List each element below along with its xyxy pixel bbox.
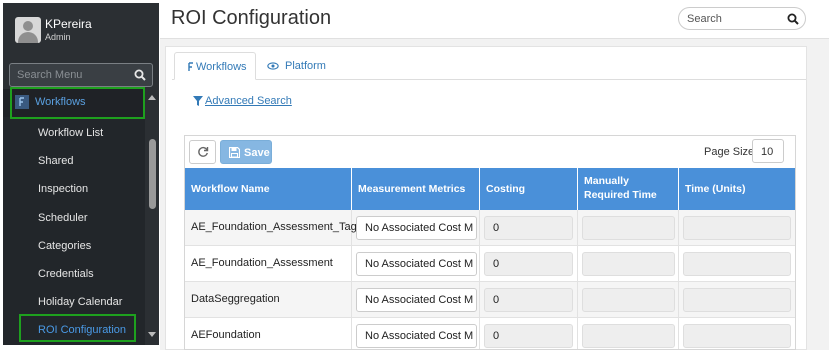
sidebar-item-label: Holiday Calendar (38, 296, 123, 308)
tab-label: Workflows (196, 61, 247, 73)
save-button[interactable]: Save (220, 140, 272, 164)
workflow-name-cell: AE_Foundation_Assessment (185, 246, 352, 282)
floppy-disk-icon (229, 147, 240, 158)
time-units-cell (679, 318, 795, 349)
sidebar-item-label: Scheduler (38, 212, 88, 224)
sidebar-item-scheduler[interactable]: Scheduler (3, 204, 145, 232)
scroll-down-arrow-icon[interactable] (148, 332, 156, 337)
sidebar-item-label: Shared (38, 155, 74, 167)
highlight-box-roi-configuration (19, 314, 136, 342)
sidebar-item-categories[interactable]: Categories (3, 232, 145, 260)
time-units-cell (679, 210, 795, 246)
costing-field: 0 (484, 324, 573, 348)
manual-time-cell (578, 318, 679, 349)
user-role: Admin (45, 32, 71, 42)
advanced-search-label: Advanced Search (205, 95, 292, 107)
page-size-input[interactable]: 10 (752, 139, 784, 163)
measurement-metrics-cell: No Associated Cost M (352, 246, 480, 282)
table-header: Workflow Name Measurement Metrics Costin… (185, 168, 795, 210)
time-units-field (683, 252, 791, 276)
search-menu-input[interactable] (10, 64, 130, 86)
sidebar-item-label: Workflow List (38, 127, 104, 139)
time-units-cell (679, 282, 795, 318)
measurement-metrics-select[interactable]: No Associated Cost M (356, 252, 477, 276)
costing-cell: 0 (480, 282, 578, 318)
column-header-manually-required-time[interactable]: Manually Required Time (578, 168, 679, 210)
page-size-label: Page Size (704, 146, 755, 158)
save-button-label: Save (244, 147, 270, 159)
costing-field: 0 (484, 216, 573, 240)
search-menu-field[interactable] (9, 63, 153, 87)
table-row: AE_Foundation_Assessment No Associated C… (185, 246, 795, 282)
manual-time-cell (578, 282, 679, 318)
tab-workflows[interactable]: Workflows (174, 52, 256, 80)
highlight-box-workflows (10, 87, 145, 119)
tab-label: Platform (285, 60, 326, 72)
costing-field: 0 (484, 288, 573, 312)
sidebar-item-label: Inspection (38, 183, 89, 195)
user-name: KPereira (45, 17, 92, 31)
sidebar-submenu: Workflow List Shared Inspection Schedule… (3, 117, 145, 345)
page-size-value: 10 (761, 146, 774, 158)
page-title: ROI Configuration (171, 7, 332, 29)
sidebar-scrollbar[interactable] (145, 89, 159, 345)
roi-grid: Save Page Size 10 Workflow Name Measurem… (184, 135, 796, 350)
measurement-metrics-select[interactable]: No Associated Cost M (356, 324, 477, 348)
top-search-input[interactable] (687, 11, 782, 27)
scroll-up-arrow-icon[interactable] (148, 95, 156, 100)
sidebar-item-inspection[interactable]: Inspection (3, 175, 145, 203)
user-panel: KPereira Admin (3, 3, 159, 57)
funnel-icon (193, 96, 203, 106)
column-header-workflow-name[interactable]: Workflow Name (185, 168, 352, 210)
time-units-field (683, 216, 791, 240)
column-header-time-units[interactable]: Time (Units) (679, 168, 795, 210)
manual-time-cell (578, 210, 679, 246)
workflow-name-cell: AE_Foundation_Assessment_Tags (185, 210, 362, 246)
measurement-metrics-select[interactable]: No Associated Cost M (356, 288, 477, 312)
measurement-metrics-select[interactable]: No Associated Cost M (356, 216, 477, 240)
refresh-icon (198, 146, 209, 157)
manual-time-field (582, 288, 675, 312)
sidebar: KPereira Admin Workflows Workflow List S… (3, 3, 159, 345)
sidebar-item-credentials[interactable]: Credentials (3, 260, 145, 288)
time-units-cell (679, 246, 795, 282)
scrollbar-thumb[interactable] (149, 139, 156, 209)
avatar (15, 17, 41, 43)
time-units-field (683, 324, 791, 348)
measurement-metrics-cell: No Associated Cost M (352, 210, 480, 246)
manual-time-field (582, 252, 675, 276)
top-search-field[interactable] (678, 7, 806, 30)
manual-time-cell (578, 246, 679, 282)
time-units-field (683, 288, 791, 312)
eye-icon (267, 62, 279, 70)
sidebar-item-workflow-list[interactable]: Workflow List (3, 119, 145, 147)
table-row: DataSeggregation No Associated Cost M 0 (185, 282, 795, 318)
workflow-name-cell: DataSeggregation (185, 282, 352, 318)
costing-cell: 0 (480, 318, 578, 349)
costing-field: 0 (484, 252, 573, 276)
costing-cell: 0 (480, 246, 578, 282)
sidebar-item-label: Credentials (38, 268, 94, 280)
sidebar-item-label: Categories (38, 240, 92, 252)
measurement-metrics-cell: No Associated Cost M (352, 318, 480, 349)
measurement-metrics-cell: No Associated Cost M (352, 282, 480, 318)
sidebar-item-holiday-calendar[interactable]: Holiday Calendar (3, 288, 145, 316)
manual-time-field (582, 324, 675, 348)
costing-cell: 0 (480, 210, 578, 246)
refresh-button[interactable] (189, 140, 216, 164)
sidebar-item-shared[interactable]: Shared (3, 147, 145, 175)
workflow-name-cell: AEFoundation (185, 318, 352, 349)
table-row: AEFoundation No Associated Cost M 0 (185, 318, 795, 349)
search-icon[interactable] (134, 69, 146, 81)
search-icon[interactable] (787, 13, 799, 25)
column-header-costing[interactable]: Costing (480, 168, 578, 210)
column-header-measurement-metrics[interactable]: Measurement Metrics (352, 168, 480, 210)
manual-time-field (582, 216, 675, 240)
table-row: AE_Foundation_Assessment_Tags No Associa… (185, 210, 795, 246)
tab-platform[interactable]: Platform (258, 52, 338, 80)
